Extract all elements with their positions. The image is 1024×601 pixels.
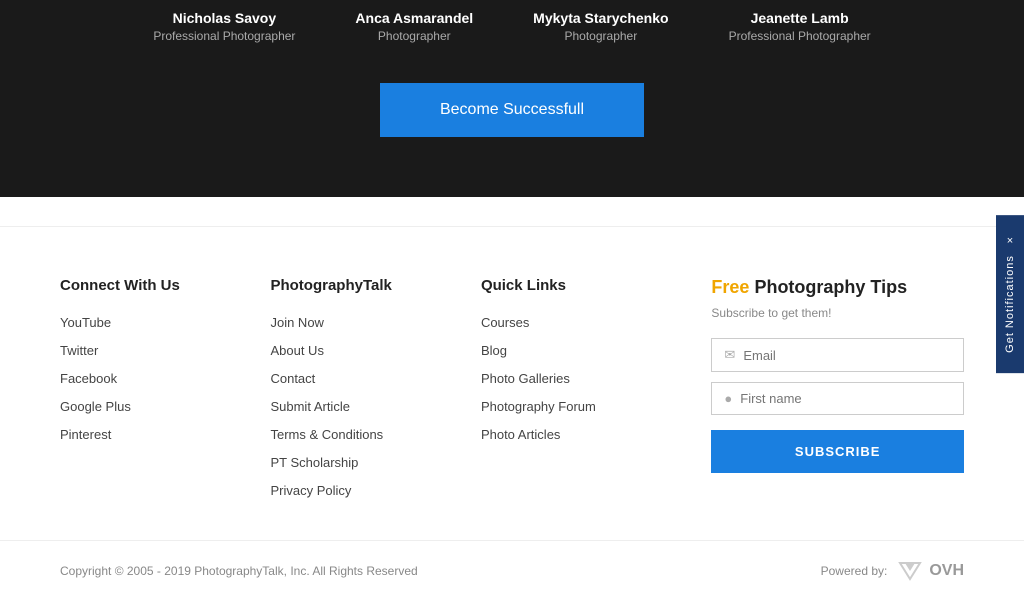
quick-links-list: Courses Blog Photo Galleries Photography…: [481, 314, 691, 444]
become-successful-button[interactable]: Become Successfull: [380, 83, 644, 137]
photographer-4: Jeanette Lamb Professional Photographer: [729, 10, 871, 43]
twitter-link[interactable]: Twitter: [60, 343, 98, 358]
ovh-logo: OVH: [895, 561, 964, 581]
photographers-row: Nicholas Savoy Professional Photographer…: [40, 0, 984, 73]
photographer-role-4: Professional Photographer: [729, 29, 871, 43]
facebook-link[interactable]: Facebook: [60, 371, 117, 386]
about-us-link[interactable]: About Us: [270, 343, 323, 358]
join-now-link[interactable]: Join Now: [270, 315, 323, 330]
photographer-2: Anca Asmarandel Photographer: [355, 10, 473, 43]
submit-article-link[interactable]: Submit Article: [270, 399, 349, 414]
list-item: Photography Forum: [481, 398, 691, 416]
top-section: Nicholas Savoy Professional Photographer…: [0, 0, 1024, 197]
list-item: Google Plus: [60, 398, 270, 416]
photographer-role-1: Professional Photographer: [153, 29, 295, 43]
googleplus-link[interactable]: Google Plus: [60, 399, 131, 414]
connect-list: YouTube Twitter Facebook Google Plus Pin…: [60, 314, 270, 444]
email-field[interactable]: [743, 348, 951, 363]
photographer-name-4: Jeanette Lamb: [729, 10, 871, 26]
close-icon[interactable]: ×: [1007, 235, 1013, 247]
connect-col: Connect With Us YouTube Twitter Facebook…: [60, 277, 270, 510]
photo-articles-link[interactable]: Photo Articles: [481, 427, 561, 442]
notifications-label: Get Notifications: [1004, 255, 1016, 353]
list-item: YouTube: [60, 314, 270, 332]
photographer-role-2: Photographer: [355, 29, 473, 43]
list-item: Contact: [270, 370, 480, 388]
newsletter-col: Free Photography Tips Subscribe to get t…: [691, 277, 964, 510]
list-item: Twitter: [60, 342, 270, 360]
powered-by: Powered by: OVH: [821, 561, 964, 581]
courses-link[interactable]: Courses: [481, 315, 529, 330]
list-item: Submit Article: [270, 398, 480, 416]
photographer-role-3: Photographer: [533, 29, 668, 43]
photographer-1: Nicholas Savoy Professional Photographer: [153, 10, 295, 43]
scholarship-link[interactable]: PT Scholarship: [270, 455, 358, 470]
list-item: Facebook: [60, 370, 270, 388]
list-item: Photo Galleries: [481, 370, 691, 388]
list-item: Join Now: [270, 314, 480, 332]
notifications-tab[interactable]: × Get Notifications: [996, 215, 1024, 373]
powered-by-label: Powered by:: [821, 564, 888, 578]
person-icon: ●: [724, 391, 732, 406]
free-label: Free: [711, 277, 749, 297]
email-input-wrapper: ✉: [711, 338, 964, 372]
bottom-bar: Copyright © 2005 - 2019 PhotographyTalk,…: [0, 540, 1024, 601]
newsletter-subtitle: Subscribe to get them!: [711, 306, 964, 320]
photographer-3: Mykyta Starychenko Photographer: [533, 10, 668, 43]
newsletter-title-rest: Photography Tips: [749, 277, 907, 297]
ovh-icon: [895, 561, 925, 581]
footer: Connect With Us YouTube Twitter Facebook…: [0, 227, 1024, 540]
list-item: Courses: [481, 314, 691, 332]
photography-forum-link[interactable]: Photography Forum: [481, 399, 596, 414]
photographer-name-2: Anca Asmarandel: [355, 10, 473, 26]
divider: [0, 197, 1024, 227]
photography-talk-list: Join Now About Us Contact Submit Article…: [270, 314, 480, 500]
quick-links-title: Quick Links: [481, 277, 691, 294]
photography-talk-col: PhotographyTalk Join Now About Us Contac…: [270, 277, 480, 510]
terms-link[interactable]: Terms & Conditions: [270, 427, 383, 442]
list-item: PT Scholarship: [270, 454, 480, 472]
photo-galleries-link[interactable]: Photo Galleries: [481, 371, 570, 386]
subscribe-button[interactable]: SUBSCRIBE: [711, 430, 964, 473]
list-item: Privacy Policy: [270, 482, 480, 500]
ovh-text: OVH: [929, 562, 964, 580]
email-icon: ✉: [724, 347, 735, 363]
firstname-field[interactable]: [740, 391, 951, 406]
photography-talk-title: PhotographyTalk: [270, 277, 480, 294]
photographer-name-1: Nicholas Savoy: [153, 10, 295, 26]
pinterest-link[interactable]: Pinterest: [60, 427, 111, 442]
list-item: Blog: [481, 342, 691, 360]
youtube-link[interactable]: YouTube: [60, 315, 111, 330]
photographer-name-3: Mykyta Starychenko: [533, 10, 668, 26]
list-item: About Us: [270, 342, 480, 360]
privacy-link[interactable]: Privacy Policy: [270, 483, 351, 498]
list-item: Photo Articles: [481, 426, 691, 444]
firstname-input-wrapper: ●: [711, 382, 964, 415]
list-item: Terms & Conditions: [270, 426, 480, 444]
list-item: Pinterest: [60, 426, 270, 444]
newsletter-title: Free Photography Tips: [711, 277, 964, 298]
blog-link[interactable]: Blog: [481, 343, 507, 358]
copyright-text: Copyright © 2005 - 2019 PhotographyTalk,…: [60, 564, 418, 578]
contact-link[interactable]: Contact: [270, 371, 315, 386]
quick-links-col: Quick Links Courses Blog Photo Galleries…: [481, 277, 691, 510]
connect-title: Connect With Us: [60, 277, 270, 294]
